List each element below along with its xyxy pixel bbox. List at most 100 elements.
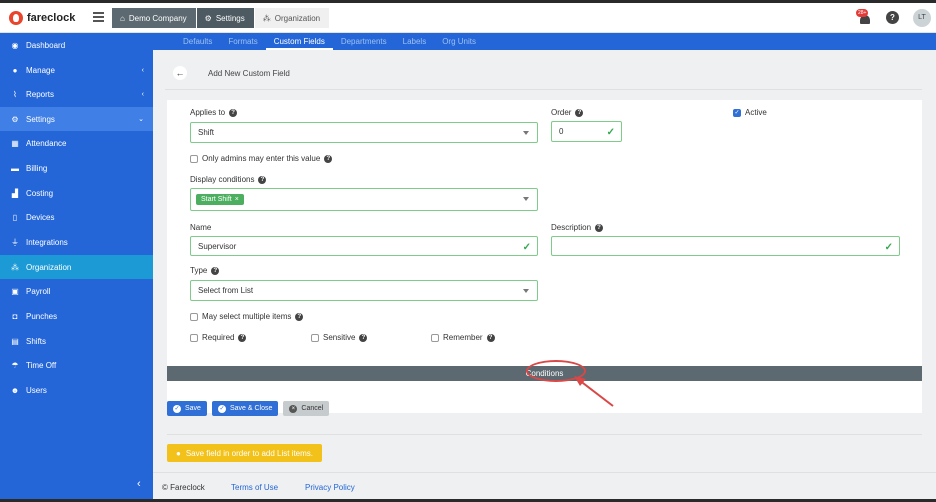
- notifications-button[interactable]: 28+: [856, 9, 872, 25]
- header-tools: 28+ ? LT: [836, 8, 936, 28]
- sidebar-item-time-off[interactable]: ☂ Time Off: [0, 353, 153, 377]
- sidebar-item-label: Reports: [26, 89, 55, 99]
- privacy-link[interactable]: Privacy Policy: [305, 483, 355, 492]
- help-icon[interactable]: ?: [295, 312, 304, 321]
- checkbox-icon[interactable]: [431, 333, 439, 342]
- help-icon[interactable]: ?: [211, 266, 220, 275]
- help-icon[interactable]: ?: [575, 108, 584, 117]
- help-icon[interactable]: ?: [229, 108, 238, 117]
- collapse-sidebar-button[interactable]: ‹: [137, 478, 141, 490]
- caret-down-icon: [523, 197, 529, 201]
- briefcase-icon: ▤: [11, 336, 19, 346]
- checkbox-checked-icon[interactable]: ✓: [733, 108, 741, 117]
- help-icon[interactable]: ?: [324, 154, 333, 163]
- sensitive-checkbox[interactable]: Sensitive?: [311, 333, 368, 342]
- help-icon[interactable]: ?: [258, 175, 267, 184]
- help-icon[interactable]: ?: [238, 333, 247, 342]
- cancel-button[interactable]: × Cancel: [283, 401, 330, 416]
- sidebar-item-payroll[interactable]: ▣ Payroll: [0, 279, 153, 303]
- tab-departments[interactable]: Departments: [333, 33, 395, 50]
- help-icon[interactable]: ?: [486, 333, 495, 342]
- bar-chart-icon: ▟: [11, 188, 19, 198]
- tab-defaults[interactable]: Defaults: [175, 33, 220, 50]
- top-bar: fareclock ⌂ Demo Company ⚙ Settings ⁂ Or…: [0, 3, 936, 33]
- notice-text: Save field in order to add List items.: [185, 448, 314, 458]
- sidebar-item-attendance[interactable]: ▦ Attendance: [0, 131, 153, 155]
- tab-custom-fields[interactable]: Custom Fields: [265, 33, 333, 50]
- check-circle-icon: ✓: [217, 404, 226, 413]
- only-admins-checkbox[interactable]: Only admins may enter this value?: [190, 154, 333, 163]
- description-input[interactable]: ✓: [551, 236, 900, 256]
- sidebar-item-organization[interactable]: ⁂ Organization: [0, 255, 153, 279]
- conditions-section-toggle[interactable]: Conditions: [167, 360, 922, 382]
- sidebar-item-settings[interactable]: ⚙ Settings ⌄: [0, 107, 153, 131]
- sidebar-item-label: Billing: [26, 163, 48, 173]
- sidebar-item-label: Attendance: [26, 138, 67, 148]
- active-checkbox[interactable]: ✓ Active: [733, 108, 767, 117]
- sidebar-item-reports[interactable]: ⌇ Reports ‹: [0, 82, 153, 106]
- breadcrumb-settings[interactable]: ⚙ Settings: [196, 8, 254, 28]
- input-value: Supervisor: [198, 241, 237, 251]
- menu-icon[interactable]: [93, 12, 104, 22]
- checkbox-label: May select multiple items: [202, 312, 292, 321]
- caret-down-icon: [523, 131, 529, 135]
- help-icon[interactable]: ?: [886, 11, 899, 24]
- tab-labels[interactable]: Labels: [395, 33, 435, 50]
- help-icon[interactable]: ?: [359, 333, 368, 342]
- remember-checkbox[interactable]: Remember?: [431, 333, 495, 342]
- breadcrumb-organization[interactable]: ⁂ Organization: [254, 8, 330, 28]
- back-button[interactable]: ←: [173, 66, 187, 80]
- sidebar-item-manage[interactable]: ● Manage ‹: [0, 58, 153, 82]
- check-icon: ✓: [884, 242, 893, 253]
- applies-to-select[interactable]: Shift: [190, 122, 538, 143]
- type-label: Type?: [190, 266, 220, 275]
- checkbox-icon[interactable]: [311, 333, 319, 342]
- sidebar-item-punches[interactable]: ◘ Punches: [0, 304, 153, 328]
- sidebar-item-shifts[interactable]: ▤ Shifts: [0, 329, 153, 353]
- sidebar-item-billing[interactable]: ▬ Billing: [0, 156, 153, 180]
- order-input[interactable]: 0 ✓: [551, 121, 622, 142]
- breadcrumb-company[interactable]: ⌂ Demo Company: [112, 8, 196, 28]
- checkbox-icon[interactable]: [190, 333, 198, 342]
- save-button[interactable]: ✓ Save: [167, 401, 207, 416]
- avatar[interactable]: LT: [913, 9, 931, 27]
- close-circle-icon: ×: [289, 404, 298, 413]
- sidebar-item-users[interactable]: ☻ Users: [0, 378, 153, 402]
- order-label: Order?: [551, 108, 584, 117]
- divider: [167, 434, 922, 435]
- help-icon[interactable]: ?: [595, 223, 604, 232]
- sidebar-item-integrations[interactable]: ⏚ Integrations: [0, 230, 153, 254]
- tab-formats[interactable]: Formats: [220, 33, 265, 50]
- checkbox-icon[interactable]: [190, 154, 198, 163]
- checkbox-icon[interactable]: [190, 312, 198, 321]
- required-checkbox[interactable]: Required?: [190, 333, 247, 342]
- breadcrumb: ⌂ Demo Company ⚙ Settings ⁂ Organization: [112, 8, 330, 28]
- save-close-button[interactable]: ✓ Save & Close: [211, 401, 279, 416]
- label-text: Applies to: [190, 108, 226, 117]
- caret-down-icon: [523, 289, 529, 293]
- sidebar-item-costing[interactable]: ▟ Costing: [0, 181, 153, 205]
- form-actions: ✓ Save ✓ Save & Close × Cancel: [167, 401, 330, 416]
- gear-icon: ⚙: [11, 114, 19, 124]
- label-text: Type: [190, 266, 208, 275]
- sidebar-item-dashboard[interactable]: ◉ Dashboard: [0, 33, 153, 57]
- sidebar-item-devices[interactable]: ▯ Devices: [0, 205, 153, 229]
- tab-org-units[interactable]: Org Units: [434, 33, 484, 50]
- notification-badge: 28+: [856, 9, 869, 17]
- sidebar-item-label: Devices: [26, 212, 55, 222]
- check-icon: ✓: [522, 242, 531, 253]
- logo[interactable]: fareclock: [9, 11, 75, 25]
- users-icon: ☻: [10, 385, 20, 395]
- label-text: Name: [190, 223, 212, 232]
- plug-icon: ⏚: [11, 237, 19, 247]
- name-input[interactable]: Supervisor ✓: [190, 236, 538, 256]
- display-conditions-label: Display conditions?: [190, 175, 267, 184]
- breadcrumb-label: Organization: [274, 13, 321, 23]
- terms-link[interactable]: Terms of Use: [231, 483, 278, 492]
- multiple-items-checkbox[interactable]: May select multiple items?: [190, 312, 304, 321]
- settings-tabs: Defaults Formats Custom Fields Departmen…: [153, 33, 936, 50]
- display-conditions-select[interactable]: Start Shift ×: [190, 188, 538, 211]
- remove-chip-icon[interactable]: ×: [235, 196, 239, 203]
- type-select[interactable]: Select from List: [190, 280, 538, 301]
- label-text: Description: [551, 223, 592, 232]
